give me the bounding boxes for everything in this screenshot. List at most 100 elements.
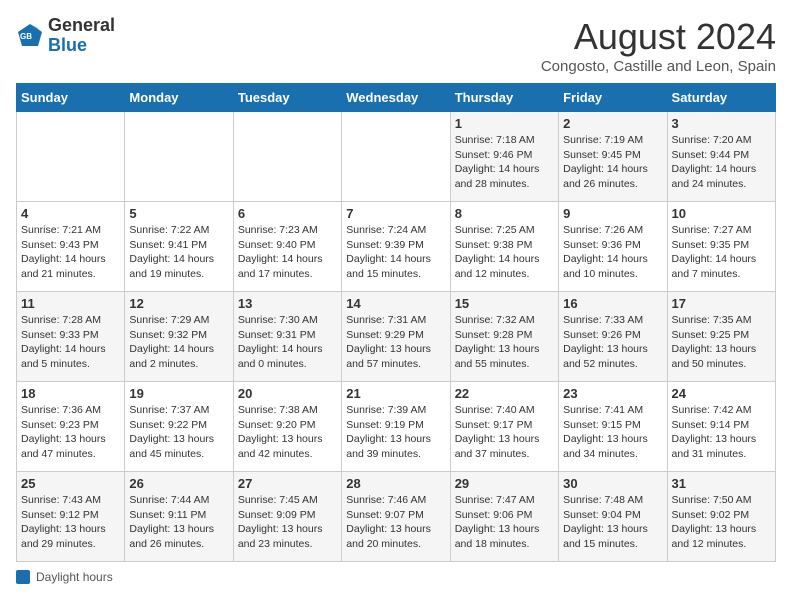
day-number: 3 [672,116,771,131]
day-info: Sunrise: 7:42 AMSunset: 9:14 PMDaylight:… [672,403,771,462]
day-number: 17 [672,296,771,311]
day-number: 24 [672,386,771,401]
day-number: 10 [672,206,771,221]
day-number: 25 [21,476,120,491]
day-info: Sunrise: 7:47 AMSunset: 9:06 PMDaylight:… [455,493,554,552]
day-info: Sunrise: 7:20 AMSunset: 9:44 PMDaylight:… [672,133,771,192]
day-info: Sunrise: 7:27 AMSunset: 9:35 PMDaylight:… [672,223,771,282]
day-number: 20 [238,386,337,401]
header-cell-monday: Monday [125,84,233,112]
day-info: Sunrise: 7:36 AMSunset: 9:23 PMDaylight:… [21,403,120,462]
footer-label: Daylight hours [36,570,113,584]
day-number: 21 [346,386,445,401]
day-cell [17,112,125,202]
header: GB General Blue August 2024 Congosto, Ca… [16,16,776,75]
day-number: 28 [346,476,445,491]
day-info: Sunrise: 7:28 AMSunset: 9:33 PMDaylight:… [21,313,120,372]
day-number: 23 [563,386,662,401]
day-cell: 3 Sunrise: 7:20 AMSunset: 9:44 PMDaylight… [667,112,775,202]
day-number: 11 [21,296,120,311]
header-cell-thursday: Thursday [450,84,558,112]
day-info: Sunrise: 7:33 AMSunset: 9:26 PMDaylight:… [563,313,662,372]
day-info: Sunrise: 7:48 AMSunset: 9:04 PMDaylight:… [563,493,662,552]
week-row-4: 25Sunrise: 7:43 AMSunset: 9:12 PMDayligh… [17,472,776,562]
day-info: Sunrise: 7:25 AMSunset: 9:38 PMDaylight:… [455,223,554,282]
day-number: 6 [238,206,337,221]
day-number: 13 [238,296,337,311]
calendar-table: SundayMondayTuesdayWednesdayThursdayFrid… [16,83,776,562]
svg-text:GB: GB [20,32,32,41]
header-cell-sunday: Sunday [17,84,125,112]
day-cell: 29Sunrise: 7:47 AMSunset: 9:06 PMDayligh… [450,472,558,562]
day-info: Sunrise: 7:29 AMSunset: 9:32 PMDaylight:… [129,313,228,372]
day-cell: 7 Sunrise: 7:24 AMSunset: 9:39 PMDaylight… [342,202,450,292]
day-cell: 11 Sunrise: 7:28 AMSunset: 9:33 PMDayligh… [17,292,125,382]
subtitle: Congosto, Castille and Leon, Spain [541,58,776,75]
day-cell: 6 Sunrise: 7:23 AMSunset: 9:40 PMDaylight… [233,202,341,292]
day-number: 26 [129,476,228,491]
header-cell-saturday: Saturday [667,84,775,112]
day-info: Sunrise: 7:41 AMSunset: 9:15 PMDaylight:… [563,403,662,462]
day-info: Sunrise: 7:37 AMSunset: 9:22 PMDaylight:… [129,403,228,462]
day-info: Sunrise: 7:45 AMSunset: 9:09 PMDaylight:… [238,493,337,552]
day-number: 22 [455,386,554,401]
day-cell: 25Sunrise: 7:43 AMSunset: 9:12 PMDayligh… [17,472,125,562]
day-cell: 15 Sunrise: 7:32 AMSunset: 9:28 PMDayligh… [450,292,558,382]
day-number: 30 [563,476,662,491]
day-info: Sunrise: 7:50 AMSunset: 9:02 PMDaylight:… [672,493,771,552]
week-row-1: 4 Sunrise: 7:21 AMSunset: 9:43 PMDaylight… [17,202,776,292]
day-info: Sunrise: 7:38 AMSunset: 9:20 PMDaylight:… [238,403,337,462]
day-number: 16 [563,296,662,311]
day-info: Sunrise: 7:30 AMSunset: 9:31 PMDaylight:… [238,313,337,372]
day-cell: 24 Sunrise: 7:42 AMSunset: 9:14 PMDayligh… [667,382,775,472]
logo-icon: GB [16,22,44,50]
week-row-3: 18Sunrise: 7:36 AMSunset: 9:23 PMDayligh… [17,382,776,472]
day-cell: 26 Sunrise: 7:44 AMSunset: 9:11 PMDayligh… [125,472,233,562]
week-row-0: 1 Sunrise: 7:18 AMSunset: 9:46 PMDaylight… [17,112,776,202]
logo-blue: Blue [48,36,115,56]
day-info: Sunrise: 7:40 AMSunset: 9:17 PMDaylight:… [455,403,554,462]
day-cell: 27 Sunrise: 7:45 AMSunset: 9:09 PMDayligh… [233,472,341,562]
day-cell: 18Sunrise: 7:36 AMSunset: 9:23 PMDayligh… [17,382,125,472]
day-number: 8 [455,206,554,221]
day-number: 15 [455,296,554,311]
day-cell [125,112,233,202]
day-info: Sunrise: 7:24 AMSunset: 9:39 PMDaylight:… [346,223,445,282]
footer: Daylight hours [16,570,776,584]
day-cell: 4 Sunrise: 7:21 AMSunset: 9:43 PMDaylight… [17,202,125,292]
day-number: 27 [238,476,337,491]
week-row-2: 11 Sunrise: 7:28 AMSunset: 9:33 PMDayligh… [17,292,776,382]
day-cell: 28 Sunrise: 7:46 AMSunset: 9:07 PMDayligh… [342,472,450,562]
day-cell: 12Sunrise: 7:29 AMSunset: 9:32 PMDayligh… [125,292,233,382]
day-info: Sunrise: 7:18 AMSunset: 9:46 PMDaylight:… [455,133,554,192]
day-cell: 9 Sunrise: 7:26 AMSunset: 9:36 PMDaylight… [559,202,667,292]
day-number: 14 [346,296,445,311]
day-cell: 5Sunrise: 7:22 AMSunset: 9:41 PMDaylight… [125,202,233,292]
title-area: August 2024 Congosto, Castille and Leon,… [541,16,776,75]
day-number: 2 [563,116,662,131]
day-info: Sunrise: 7:22 AMSunset: 9:41 PMDaylight:… [129,223,228,282]
day-number: 1 [455,116,554,131]
day-number: 7 [346,206,445,221]
day-info: Sunrise: 7:23 AMSunset: 9:40 PMDaylight:… [238,223,337,282]
day-cell: 10 Sunrise: 7:27 AMSunset: 9:35 PMDayligh… [667,202,775,292]
day-cell: 23 Sunrise: 7:41 AMSunset: 9:15 PMDayligh… [559,382,667,472]
day-number: 4 [21,206,120,221]
day-number: 9 [563,206,662,221]
header-row: SundayMondayTuesdayWednesdayThursdayFrid… [17,84,776,112]
day-info: Sunrise: 7:32 AMSunset: 9:28 PMDaylight:… [455,313,554,372]
day-info: Sunrise: 7:19 AMSunset: 9:45 PMDaylight:… [563,133,662,192]
day-cell: 2 Sunrise: 7:19 AMSunset: 9:45 PMDaylight… [559,112,667,202]
day-info: Sunrise: 7:26 AMSunset: 9:36 PMDaylight:… [563,223,662,282]
day-cell: 21Sunrise: 7:39 AMSunset: 9:19 PMDayligh… [342,382,450,472]
logo-general: General [48,16,115,36]
main-title: August 2024 [541,16,776,58]
day-number: 31 [672,476,771,491]
day-cell: 8 Sunrise: 7:25 AMSunset: 9:38 PMDaylight… [450,202,558,292]
day-cell [342,112,450,202]
day-info: Sunrise: 7:46 AMSunset: 9:07 PMDaylight:… [346,493,445,552]
day-info: Sunrise: 7:44 AMSunset: 9:11 PMDaylight:… [129,493,228,552]
day-number: 19 [129,386,228,401]
day-info: Sunrise: 7:21 AMSunset: 9:43 PMDaylight:… [21,223,120,282]
header-cell-wednesday: Wednesday [342,84,450,112]
